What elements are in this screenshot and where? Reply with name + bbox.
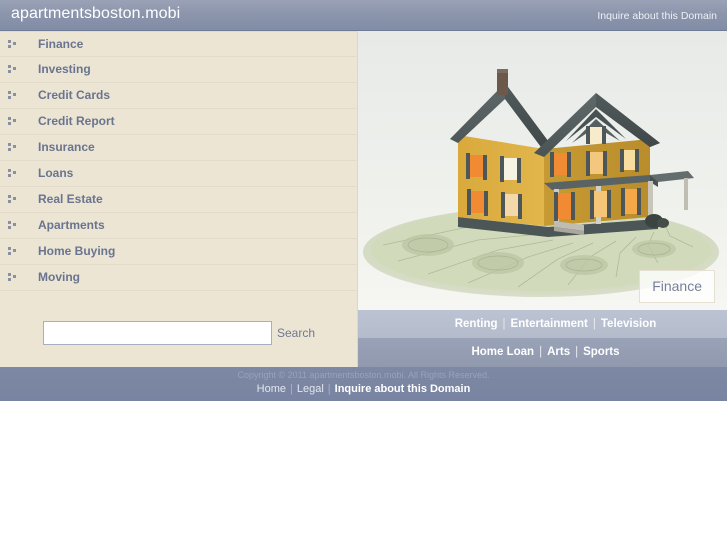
three-dot-bullet-icon [8, 273, 19, 283]
sidebar-item-label: Investing [38, 62, 91, 76]
sidebar-item-insurance[interactable]: Insurance [0, 135, 358, 161]
header-inquire-link[interactable]: Inquire about this Domain [597, 10, 717, 22]
footer-link-separator: | [290, 383, 293, 395]
hero-image: Finance [358, 31, 727, 310]
three-dot-bullet-icon [8, 40, 19, 50]
sidebar-item-credit-report[interactable]: Credit Report [0, 109, 358, 135]
link-bar-primary: Renting | Entertainment | Television [358, 310, 727, 338]
sidebar-item-label: Credit Report [38, 114, 115, 128]
link-arts[interactable]: Arts [547, 346, 570, 358]
three-dot-bullet-icon [8, 195, 19, 205]
domain-parking-page: apartmentsboston.mobi Inquire about this… [0, 0, 727, 401]
hero-tag-label: Finance [639, 270, 715, 303]
sidebar-item-finance[interactable]: Finance [0, 31, 358, 57]
search-button[interactable]: Search [277, 326, 315, 340]
three-dot-bullet-icon [8, 65, 19, 75]
sidebar-item-moving[interactable]: Moving [0, 265, 358, 291]
sidebar-item-label: Apartments [38, 218, 105, 232]
link-entertainment[interactable]: Entertainment [511, 318, 588, 330]
sidebar-nav-list: Finance Investing Credit Cards Credit Repor… [0, 31, 358, 291]
sidebar-item-label: Home Buying [38, 244, 116, 258]
sidebar-item-label: Real Estate [38, 192, 103, 206]
sidebar-item-investing[interactable]: Investing [0, 57, 358, 83]
sidebar: Finance Investing Credit Cards Credit Repor… [0, 31, 358, 367]
sidebar-item-real-estate[interactable]: Real Estate [0, 187, 358, 213]
link-sports[interactable]: Sports [583, 346, 619, 358]
three-dot-bullet-icon [8, 169, 19, 179]
sidebar-item-home-buying[interactable]: Home Buying [0, 239, 358, 265]
link-home-loan[interactable]: Home Loan [471, 346, 534, 358]
sidebar-item-label: Insurance [38, 140, 95, 154]
sidebar-item-label: Finance [38, 37, 84, 51]
link-separator: | [575, 346, 579, 358]
search-row: Search [0, 316, 358, 366]
footer-link-inquire-about-this-domain[interactable]: Inquire about this Domain [335, 383, 471, 395]
link-television[interactable]: Television [601, 318, 656, 330]
three-dot-bullet-icon [8, 247, 19, 257]
right-column: Finance Renting | Entertainment | Television… [358, 31, 727, 367]
three-dot-bullet-icon [8, 117, 19, 127]
footer-link-home[interactable]: Home [257, 383, 286, 395]
sidebar-item-apartments[interactable]: Apartments [0, 213, 358, 239]
link-bar-secondary: Home Loan | Arts | Sports [358, 338, 727, 367]
sidebar-item-credit-cards[interactable]: Credit Cards [0, 83, 358, 109]
sidebar-item-label: Loans [38, 166, 74, 180]
sidebar-item-loans[interactable]: Loans [0, 161, 358, 187]
link-separator: | [592, 318, 596, 330]
three-dot-bullet-icon [8, 221, 19, 231]
footer-links: Home | Legal | Inquire about this Domain [0, 383, 727, 395]
link-separator: | [502, 318, 506, 330]
three-dot-bullet-icon [8, 91, 19, 101]
page-footer: Copyright © 2011 apartmentsboston.mobi. … [0, 367, 727, 401]
page-header: apartmentsboston.mobi Inquire about this… [0, 0, 727, 31]
footer-link-separator: | [327, 383, 331, 395]
copyright-text: Copyright © 2011 apartmentsboston.mobi. … [237, 370, 490, 380]
footer-link-legal[interactable]: Legal [297, 383, 324, 395]
site-title: apartmentsboston.mobi [11, 5, 181, 22]
sidebar-item-label: Credit Cards [38, 88, 111, 102]
search-input[interactable] [43, 321, 272, 345]
link-renting[interactable]: Renting [455, 318, 498, 330]
sidebar-item-label: Moving [38, 270, 80, 284]
house-on-money-illustration [358, 31, 727, 310]
link-separator: | [539, 346, 543, 358]
three-dot-bullet-icon [8, 143, 19, 153]
